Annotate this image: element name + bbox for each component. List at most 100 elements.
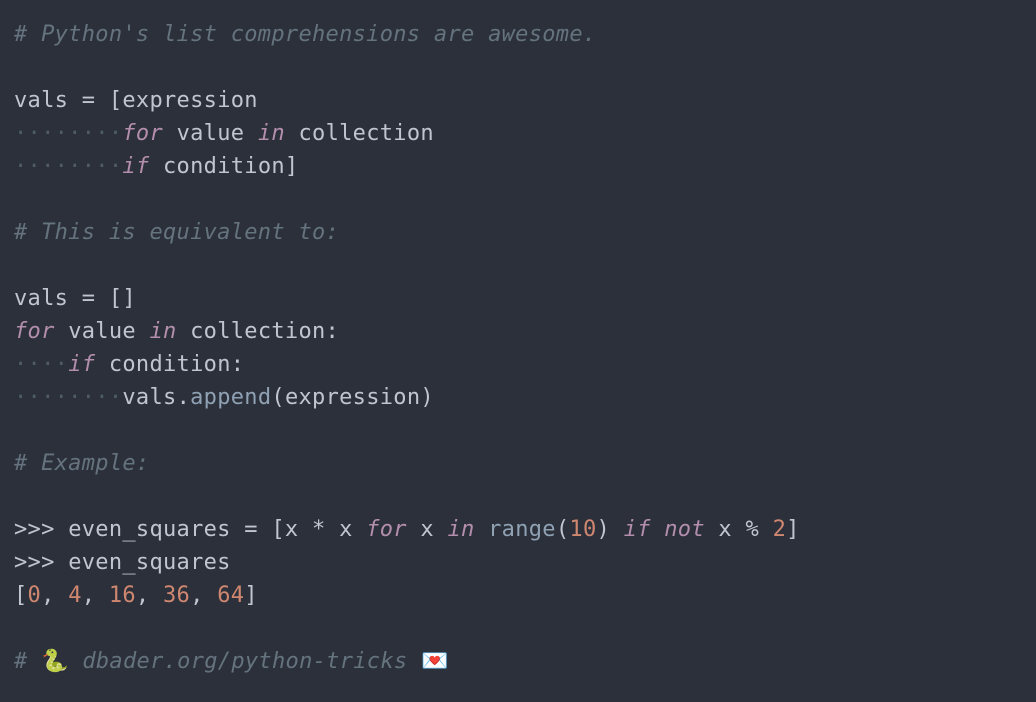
space — [434, 517, 448, 542]
comment-line: # This is equivalent to: — [14, 216, 1022, 249]
space — [705, 517, 719, 542]
variable: vals — [14, 88, 68, 113]
bracket-open: [ — [14, 583, 28, 608]
bracket-close: ] — [285, 154, 299, 179]
expression-text: expression — [122, 88, 257, 113]
space — [407, 517, 421, 542]
number-literal: 4 — [68, 583, 82, 608]
comment-hash: # — [14, 649, 41, 674]
repl-prompt: >>> — [14, 517, 55, 542]
space — [55, 319, 69, 344]
bracket-close: ] — [786, 517, 800, 542]
bracket-close: ] — [122, 286, 136, 311]
bracket-close: ] — [244, 583, 258, 608]
blank-line — [14, 414, 1022, 447]
variable: condition — [163, 154, 285, 179]
paren-close: ) — [420, 385, 434, 410]
argument: expression — [285, 385, 420, 410]
variable: condition: — [109, 352, 244, 377]
keyword-if: if — [68, 352, 95, 377]
space — [163, 121, 177, 146]
indent-dots: ········ — [14, 385, 122, 410]
space — [95, 352, 109, 377]
space — [136, 319, 150, 344]
operator: * — [298, 517, 339, 542]
code-line-assign: vals = [] — [14, 282, 1022, 315]
keyword-not: not — [664, 517, 705, 542]
repl-line: >>> even_squares = [x * x for x in range… — [14, 513, 1022, 546]
paren-open: ( — [271, 385, 285, 410]
comment-line: # 🐍 dbader.org/python-tricks 💌 — [14, 645, 1022, 678]
space — [149, 154, 163, 179]
space — [244, 121, 258, 146]
comment-text: # Python's list comprehensions are aweso… — [14, 22, 596, 47]
variable: x — [718, 517, 732, 542]
space — [285, 121, 299, 146]
space — [407, 649, 421, 674]
keyword-for: for — [122, 121, 163, 146]
keyword-for: for — [14, 319, 55, 344]
number-literal: 2 — [773, 517, 787, 542]
bracket-open: [ — [109, 286, 123, 311]
blank-line — [14, 612, 1022, 645]
variable: even_squares — [68, 517, 231, 542]
variable: vals — [14, 286, 68, 311]
number-literal: 10 — [569, 517, 596, 542]
number-literal: 64 — [217, 583, 244, 608]
keyword-in: in — [258, 121, 285, 146]
equals: = — [68, 88, 109, 113]
dot: . — [177, 385, 191, 410]
snake-icon: 🐍 — [41, 649, 69, 674]
variable: x — [339, 517, 353, 542]
variable: value — [177, 121, 245, 146]
space — [55, 550, 69, 575]
indent-dots: ········ — [14, 154, 122, 179]
code-line-if: ········if condition] — [14, 150, 1022, 183]
code-line-for: for value in collection: — [14, 315, 1022, 348]
space — [353, 517, 367, 542]
variable: value — [68, 319, 136, 344]
comma: , — [82, 583, 109, 608]
method-name: append — [190, 385, 271, 410]
bracket-open: [ — [271, 517, 285, 542]
blank-line — [14, 249, 1022, 282]
equals: = — [68, 286, 109, 311]
space — [69, 649, 83, 674]
comment-line: # Python's list comprehensions are aweso… — [14, 18, 1022, 51]
comma: , — [41, 583, 68, 608]
variable: collection: — [190, 319, 339, 344]
code-line-for: ········for value in collection — [14, 117, 1022, 150]
comment-text: # This is equivalent to: — [14, 220, 339, 245]
url-text: dbader.org/python-tricks — [82, 649, 407, 674]
love-letter-icon: 💌 — [421, 649, 449, 674]
paren-open: ( — [556, 517, 570, 542]
output-line: [0, 4, 16, 36, 64] — [14, 579, 1022, 612]
comment-line: # Example: — [14, 447, 1022, 480]
variable: x — [420, 517, 434, 542]
code-line-assign: vals = [expression — [14, 84, 1022, 117]
keyword-in: in — [149, 319, 176, 344]
comma: , — [190, 583, 217, 608]
indent-dots: ········ — [14, 121, 122, 146]
number-literal: 0 — [28, 583, 42, 608]
operator: % — [732, 517, 773, 542]
number-literal: 16 — [109, 583, 136, 608]
space — [55, 517, 69, 542]
blank-line — [14, 51, 1022, 84]
space — [475, 517, 489, 542]
code-block: # Python's list comprehensions are aweso… — [14, 18, 1022, 678]
paren-close: ) — [597, 517, 611, 542]
space — [651, 517, 665, 542]
equals: = — [231, 517, 272, 542]
space — [610, 517, 624, 542]
variable: x — [285, 517, 299, 542]
variable: vals — [122, 385, 176, 410]
comma: , — [136, 583, 163, 608]
variable: even_squares — [68, 550, 231, 575]
keyword-in: in — [447, 517, 474, 542]
function-name: range — [488, 517, 556, 542]
keyword-if: if — [624, 517, 651, 542]
keyword-for: for — [366, 517, 407, 542]
keyword-if: if — [122, 154, 149, 179]
number-literal: 36 — [163, 583, 190, 608]
